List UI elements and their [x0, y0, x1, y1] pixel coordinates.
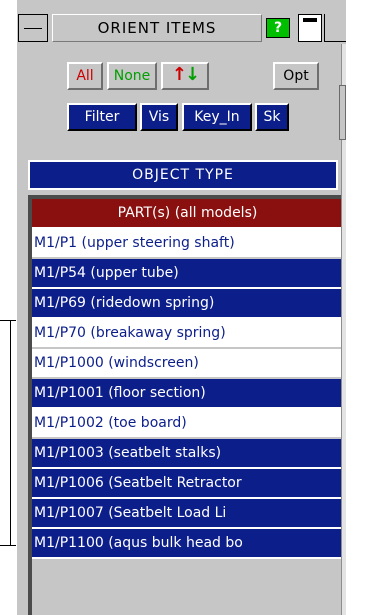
orient-items-panel: ORIENT ITEMS ? All None ↑↓ Opt Filter Vi… — [16, 0, 346, 615]
panel-title: ORIENT ITEMS — [52, 14, 262, 42]
external-line-top — [0, 320, 16, 321]
list-item[interactable]: M1/P1000 (windscreen) — [32, 349, 341, 379]
list-item[interactable]: M1/P70 (breakaway spring) — [32, 319, 341, 349]
key-in-label: Key_In — [194, 109, 240, 125]
list-item[interactable]: M1/P1 (upper steering shaft) — [32, 229, 341, 259]
object-type-header: OBJECT TYPE — [28, 160, 338, 190]
list-item[interactable]: M1/P1007 (Seatbelt Load Li — [32, 499, 341, 529]
external-line-vertical — [10, 320, 11, 545]
options-button[interactable]: Opt — [273, 62, 319, 90]
vis-button[interactable]: Vis — [140, 103, 178, 131]
filter-label: Filter — [84, 109, 120, 125]
list-item[interactable]: M1/P1100 (aqus bulk head bo — [32, 529, 341, 559]
select-none-button[interactable]: None — [107, 62, 157, 90]
list-item[interactable]: M1/P69 (ridedown spring) — [32, 289, 341, 319]
title-bar: ORIENT ITEMS ? — [16, 14, 346, 44]
help-button[interactable]: ? — [266, 18, 290, 38]
list-item[interactable]: M1/P1001 (floor section) — [32, 379, 341, 409]
list-item[interactable]: M1/P1006 (Seatbelt Retractor — [32, 469, 341, 499]
list-item[interactable]: M1/P1002 (toe board) — [32, 409, 341, 439]
arrow-up-icon: ↑ — [171, 64, 187, 85]
vis-label: Vis — [148, 109, 170, 125]
close-button[interactable] — [324, 14, 346, 42]
arrow-down-icon: ↓ — [185, 64, 200, 85]
swap-selection-button[interactable]: ↑↓ — [161, 62, 209, 90]
sk-label: Sk — [263, 109, 281, 125]
list-item[interactable]: M1/P1003 (seatbelt stalks) — [32, 439, 341, 469]
filter-button[interactable]: Filter — [67, 103, 137, 131]
sk-button[interactable]: Sk — [255, 103, 289, 131]
select-all-label: All — [76, 68, 94, 84]
key-in-button[interactable]: Key_In — [182, 103, 252, 131]
list-item[interactable]: PART(s) (all models) — [32, 199, 341, 229]
options-label: Opt — [283, 68, 309, 84]
select-all-button[interactable]: All — [67, 62, 103, 90]
select-none-label: None — [113, 68, 151, 84]
object-list: PART(s) (all models) M1/P1 (upper steeri… — [32, 199, 341, 559]
scrollbar-thumb[interactable] — [339, 85, 346, 140]
minimize-button[interactable] — [298, 14, 322, 42]
list-item[interactable]: M1/P54 (upper tube) — [32, 259, 341, 289]
collapse-button[interactable] — [18, 14, 48, 42]
external-line-bottom — [0, 545, 16, 546]
